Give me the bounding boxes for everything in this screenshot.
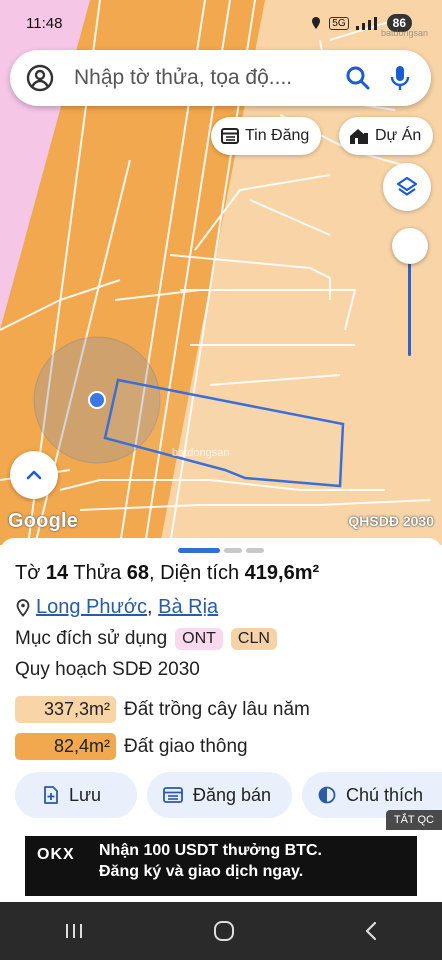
search-icon xyxy=(346,66,370,90)
contrast-icon xyxy=(318,786,336,804)
ad-line-2: Đăng ký và giao dịch ngay. xyxy=(99,863,304,880)
building-icon xyxy=(350,129,368,144)
post-button-label: Đăng bán xyxy=(193,784,272,805)
area-label: , Diện tích xyxy=(149,562,240,584)
recent-apps-icon[interactable] xyxy=(63,921,85,941)
status-bar: 11:48 5G 86 batdongsan xyxy=(0,0,442,46)
sheet-page-indicator[interactable] xyxy=(178,548,264,553)
purpose-label: Mục đích sử dụng xyxy=(15,628,168,649)
map-watermark: batdongsan xyxy=(172,447,230,459)
projects-chip-label: Dự Án xyxy=(375,127,422,144)
plot-label: Thửa xyxy=(73,562,122,584)
plan-layer-label: QHSDĐ 2030 xyxy=(348,513,434,529)
location-pin-icon xyxy=(312,17,321,29)
page-dot-active xyxy=(178,548,220,553)
save-button[interactable]: Lưu xyxy=(15,772,137,818)
layers-button[interactable] xyxy=(383,163,431,211)
page-dot xyxy=(246,548,264,553)
listings-chip[interactable]: Tin Đăng xyxy=(211,117,322,155)
post-for-sale-button[interactable]: Đăng bán xyxy=(147,772,292,818)
land-use-purpose: Mục đích sử dụng ONT CLN xyxy=(15,628,277,650)
ad-line-1: Nhận 100 USDT thưởng BTC. xyxy=(99,842,322,859)
home-icon[interactable] xyxy=(212,919,236,943)
signal-icon xyxy=(355,17,377,30)
back-icon[interactable] xyxy=(363,920,379,942)
location-city-link[interactable]: Bà Rịa xyxy=(158,596,218,618)
listings-chip-label: Tin Đăng xyxy=(245,127,310,144)
plan-title: Quy hoạch SDĐ 2030 xyxy=(15,659,200,680)
parcel-title: Tờ 14 Thửa 68, Diện tích 419,6m² xyxy=(15,562,319,585)
save-file-icon xyxy=(44,786,58,804)
legend-button-label: Chú thích xyxy=(346,784,424,805)
opacity-slider-handle[interactable] xyxy=(392,228,428,264)
search-input[interactable]: Nhập tờ thửa, tọa độ.... xyxy=(74,66,343,90)
zone-row-transport: 82,4m² Đất giao thông xyxy=(15,733,248,760)
search-button[interactable] xyxy=(343,63,373,93)
save-button-label: Lưu xyxy=(69,784,102,805)
parcel-location: Long Phước, Bà Rịa xyxy=(16,596,218,619)
expand-up-button[interactable] xyxy=(10,451,58,499)
page-dot xyxy=(224,548,242,553)
location-ward-link[interactable]: Long Phước xyxy=(36,596,147,618)
zone-row-perennial: 337,3m² Đất trồng cây lâu năm xyxy=(15,696,310,723)
map-view[interactable]: batdongsan 11:48 5G 86 batdongsan Nhập t… xyxy=(0,0,442,545)
listing-icon xyxy=(163,787,183,803)
sheet-number: 14 xyxy=(45,562,69,584)
projects-chip[interactable]: Dự Án xyxy=(339,117,434,155)
location-separator: , xyxy=(147,596,159,618)
ad-brand-logo: OKX xyxy=(37,846,75,863)
listings-icon xyxy=(221,128,239,144)
zone-area-transport: 82,4m² xyxy=(15,733,116,760)
account-icon[interactable] xyxy=(26,64,54,92)
zone-label-transport: Đất giao thông xyxy=(124,735,248,757)
layers-icon xyxy=(396,176,418,196)
ad-banner[interactable]: OKX Nhận 100 USDT thưởng BTC. Đăng ký và… xyxy=(25,836,417,896)
hide-ad-button[interactable]: TẮT QC xyxy=(385,810,442,830)
parcel-area: 419,6m² xyxy=(244,562,320,584)
sheet-label: Tờ xyxy=(15,562,41,584)
system-navigation-bar xyxy=(0,902,442,960)
purpose-tag-ont: ONT xyxy=(175,628,223,650)
location-pin-icon xyxy=(16,598,30,617)
status-watermark: batdongsan xyxy=(380,28,428,38)
purpose-tag-cln: CLN xyxy=(230,628,277,650)
plot-number: 68 xyxy=(126,562,150,584)
voice-search-button[interactable] xyxy=(385,63,415,93)
microphone-icon xyxy=(390,66,410,90)
search-bar[interactable]: Nhập tờ thửa, tọa độ.... xyxy=(10,50,431,106)
zone-area-perennial: 337,3m² xyxy=(15,696,116,723)
my-location-dot xyxy=(88,391,106,409)
zone-label-perennial: Đất trồng cây lâu năm xyxy=(124,698,310,720)
parcel-info-sheet[interactable]: Tờ 14 Thửa 68, Diện tích 419,6m² Long Ph… xyxy=(0,538,442,898)
google-logo: Google xyxy=(8,510,79,532)
status-time: 11:48 xyxy=(26,15,63,32)
network-label: 5G xyxy=(329,16,349,30)
chevron-up-icon xyxy=(26,470,42,480)
